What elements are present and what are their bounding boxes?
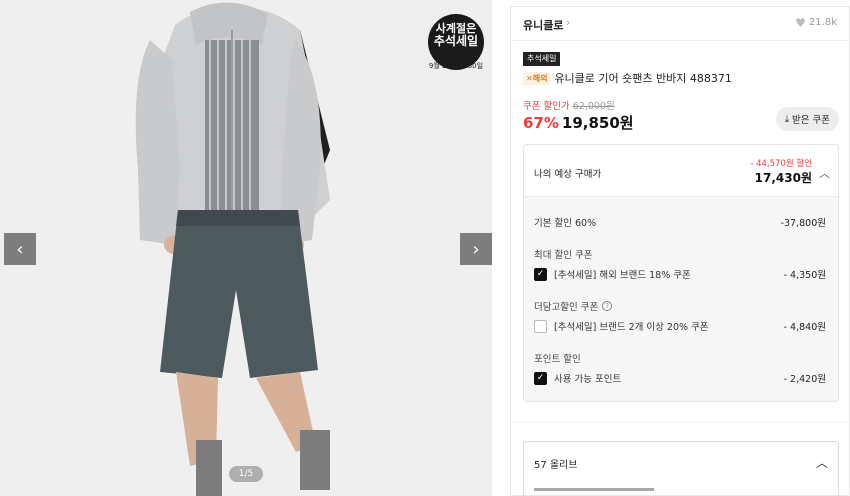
received-coupon-label: 받은 쿠폰	[792, 115, 830, 126]
product-image-gallery[interactable]: 사계절은 추석세일 9월 21일 ~ 30일 ‹ › 1/5	[0, 0, 492, 496]
points-checkbox[interactable]: ✓	[534, 371, 547, 385]
points-group-label: 포인트 할인	[534, 351, 581, 365]
extra-coupon-row[interactable]: [추석세일] 브랜드 2개 이상 20% 쿠폰 - 4,840원	[534, 319, 826, 333]
brand-row[interactable]: 유니클로 › ♥ 21.8k	[511, 7, 849, 41]
product-photo	[0, 0, 492, 496]
next-section-partial	[534, 488, 654, 491]
max-coupon-row[interactable]: ✓ [추석세일] 해외 브랜드 18% 쿠폰 - 4,350원	[534, 267, 826, 281]
estimated-saving: - 44,570원 할인	[750, 159, 812, 169]
prev-image-button[interactable]: ‹	[4, 233, 36, 265]
max-coupon-checkbox[interactable]: ✓	[534, 267, 547, 281]
received-coupon-button[interactable]: ⤓ 받은 쿠폰	[775, 107, 839, 131]
estimated-price-header[interactable]: 나의 예상 구매가 - 44,570원 할인 17,430원 ︿	[524, 145, 838, 197]
price-row: 67% 19,850원	[523, 112, 634, 133]
like-count: 21.8k	[808, 17, 837, 28]
max-coupon-amount: - 4,350원	[783, 270, 826, 281]
base-discount-amount: -37,800원	[780, 218, 826, 229]
section-divider	[511, 422, 849, 423]
download-icon: ⤓	[784, 113, 790, 125]
product-info-panel: 유니클로 › ♥ 21.8k 추석세일 ✕해외 유니클로 기어 숏팬츠 반바지 …	[510, 6, 850, 496]
heart-icon: ♥	[795, 15, 806, 30]
max-coupon-group-text: 최대 할인 쿠폰	[534, 250, 593, 261]
help-icon[interactable]: ?	[602, 301, 613, 311]
extra-coupon-group-label: 더담고할인 쿠폰 ?	[534, 299, 613, 313]
estimated-price-details: 기본 할인 60% -37,800원 최대 할인 쿠폰 ✓ [추석세일] 해외 …	[524, 197, 838, 401]
max-coupon-item: [추석세일] 해외 브랜드 18% 쿠폰	[554, 270, 691, 281]
review-accordion[interactable]: 57 올리브 ︿	[523, 441, 839, 496]
next-image-button[interactable]: ›	[460, 233, 492, 265]
brand-name[interactable]: 유니클로	[523, 17, 563, 33]
overseas-badge: ✕해외	[523, 71, 551, 85]
chevron-right-icon: ›	[566, 16, 571, 29]
chevron-up-icon[interactable]: ︿	[816, 454, 828, 471]
image-pager: 1/5	[229, 466, 263, 482]
coupon-price-label: 쿠폰 할인가	[523, 101, 570, 112]
badge-date: 9월 21일 ~ 30일	[428, 62, 484, 70]
discount-rate: 67%	[523, 114, 559, 132]
points-amount: - 2,420원	[783, 374, 826, 385]
event-tag: 추석세일	[523, 52, 561, 66]
extra-coupon-item: [추석세일] 브랜드 2개 이상 20% 쿠폰	[554, 322, 709, 333]
estimated-price-label: 나의 예상 구매가	[534, 169, 602, 180]
original-price: 62,000원	[572, 101, 615, 112]
base-discount-row: 기본 할인 60% -37,800원	[534, 215, 826, 229]
product-title-row: ✕해외 유니클로 기어 숏팬츠 반바지 488371	[523, 70, 732, 86]
sale-event-badge: 사계절은 추석세일 9월 21일 ~ 30일	[428, 14, 484, 70]
points-item: 사용 가능 포인트	[554, 374, 622, 385]
base-discount-label: 기본 할인 60%	[534, 218, 597, 229]
chevron-up-icon[interactable]: ︿	[819, 165, 830, 181]
chevron-left-icon: ‹	[16, 238, 24, 260]
coupon-price-line: 쿠폰 할인가 62,000원	[523, 98, 615, 112]
max-coupon-group-label: 최대 할인 쿠폰	[534, 247, 592, 261]
estimated-price-box: 나의 예상 구매가 - 44,570원 할인 17,430원 ︿ 기본 할인 6…	[523, 144, 839, 402]
extra-coupon-checkbox[interactable]	[534, 319, 547, 333]
estimated-price: 17,430원	[754, 171, 812, 185]
badge-line2: 추석세일	[433, 34, 479, 48]
chevron-right-icon: ›	[472, 238, 480, 260]
like-button[interactable]: ♥ 21.8k	[795, 15, 837, 30]
product-title: 유니클로 기어 숏팬츠 반바지 488371	[554, 72, 732, 85]
sale-price: 19,850원	[561, 114, 634, 132]
review-label: 57 올리브	[534, 460, 578, 471]
points-group-text: 포인트 할인	[534, 354, 581, 365]
points-row[interactable]: ✓ 사용 가능 포인트 - 2,420원	[534, 371, 826, 385]
extra-coupon-group-text: 더담고할인 쿠폰	[534, 302, 599, 313]
extra-coupon-amount: - 4,840원	[783, 322, 826, 333]
